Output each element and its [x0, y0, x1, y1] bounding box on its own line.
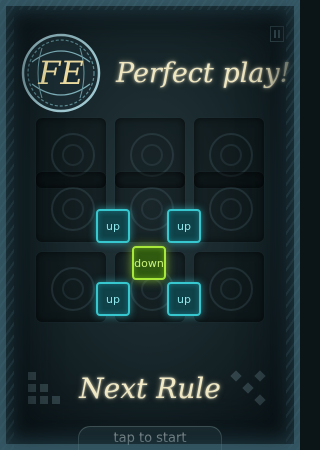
bg-rune-tile [194, 252, 264, 322]
rule-tile-down-center: down [132, 246, 166, 280]
pause-icon[interactable] [270, 26, 284, 42]
rule-tile-up-bottom-left: up [96, 282, 130, 316]
perfect-play-title: Perfect play! [116, 58, 291, 89]
logo-text: FE [37, 54, 84, 92]
frost-border-top [0, 0, 300, 10]
rule-tile-up-bottom-right: up [167, 282, 201, 316]
fe-logo-emblem: FE [21, 33, 101, 113]
bg-rune-tile [194, 172, 264, 242]
rule-tile-up-top-left: up [96, 209, 130, 243]
next-rule-label: Next Rule [79, 372, 221, 405]
rule-tile-up-top-right: up [167, 209, 201, 243]
game-screen[interactable]: FE Perfect play! up up down up up Next R… [0, 0, 300, 450]
tap-to-start-button[interactable]: tap to start [78, 426, 222, 450]
